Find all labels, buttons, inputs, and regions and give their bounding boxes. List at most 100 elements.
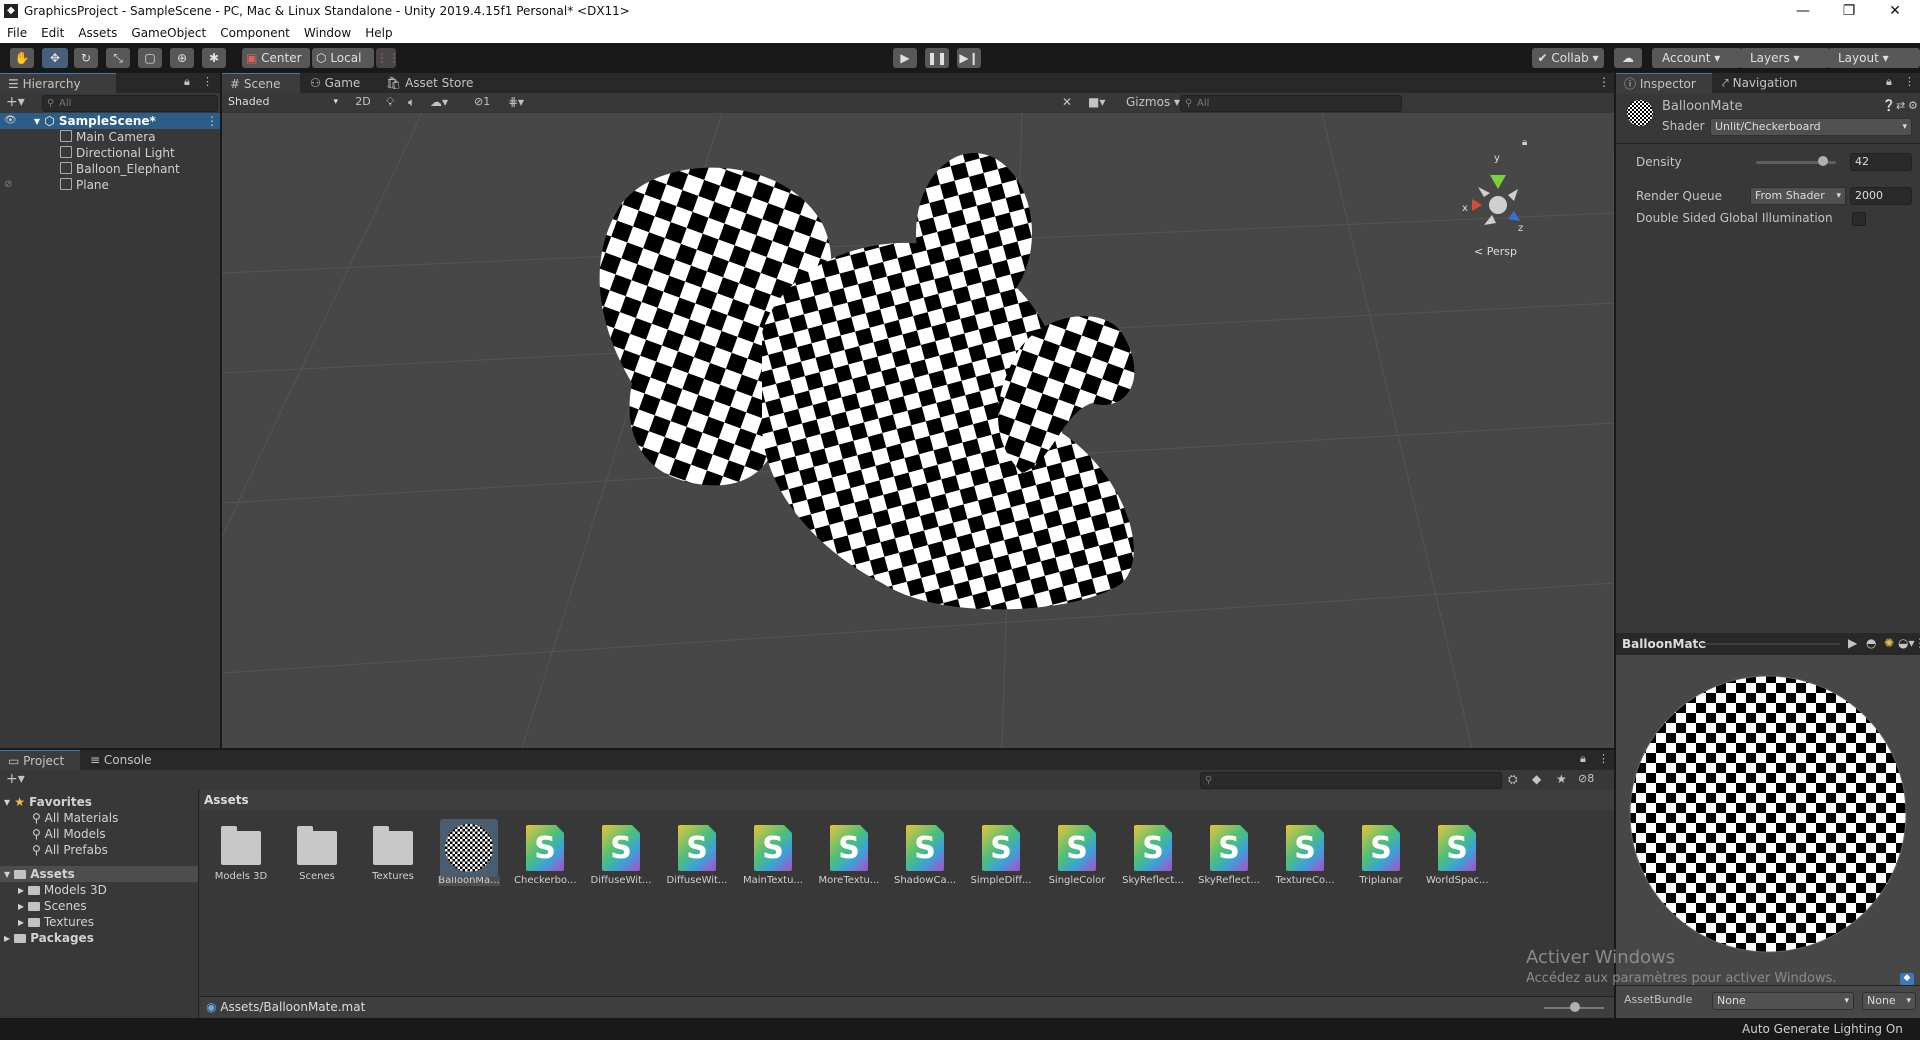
tools-icon[interactable]: ✕	[1062, 95, 1072, 109]
menu-help[interactable]: Help	[358, 24, 399, 43]
cloud-icon[interactable]: ☁	[1614, 48, 1642, 68]
tree-assets[interactable]: ▾ Assets	[4, 866, 75, 882]
visibility-eye-icon[interactable]: 👁︎	[4, 113, 17, 129]
scene-root[interactable]: ▾ ⬡ SampleScene*	[34, 113, 156, 129]
grid-toggle-icon[interactable]: ⋕▾	[508, 95, 524, 109]
tree-scenes[interactable]: ▸ Scenes	[18, 898, 87, 914]
tab-hierarchy[interactable]: ☰ Hierarchy	[0, 73, 116, 94]
tab-asset-store[interactable]: 🛍︎ Asset Store	[378, 73, 482, 93]
zoom-slider-thumb[interactable]	[1570, 1002, 1580, 1012]
scene-visibility-toggle[interactable]: ⊘1	[474, 95, 490, 108]
hand-tool-icon[interactable]: ✋	[10, 48, 34, 68]
kebab-menu-icon[interactable]: ⋮	[1904, 75, 1915, 88]
lock-icon[interactable]: 🔒︎	[184, 75, 190, 89]
asset-item[interactable]: S DiffuseWit...	[666, 825, 728, 886]
asset-item[interactable]: Models 3D	[210, 825, 272, 882]
assetbundle-dropdown[interactable]: None	[1712, 992, 1854, 1010]
scene-kebab-icon[interactable]: ⋮	[206, 113, 218, 129]
asset-item[interactable]: S DiffuseWit...	[590, 825, 652, 886]
menu-assets[interactable]: Assets	[71, 24, 124, 43]
asset-item[interactable]: Textures	[362, 825, 424, 882]
asset-item[interactable]: BalloonMa...	[438, 819, 500, 886]
help-icon[interactable]: ❔	[1882, 99, 1896, 112]
preview-mesh-dropdown-icon[interactable]: ◒▾	[1898, 636, 1915, 650]
menu-gameobject[interactable]: GameObject	[124, 24, 213, 43]
tab-game[interactable]: ⚇ Game	[302, 73, 374, 93]
hierarchy-item-directional-light[interactable]: Directional Light	[60, 145, 175, 161]
search-by-type-icon[interactable]: ⛭	[1508, 772, 1518, 787]
pause-button[interactable]: ❚❚	[925, 48, 949, 68]
asset-item[interactable]: S ShadowCa...	[894, 825, 956, 886]
tab-project[interactable]: ▭ Project	[0, 750, 80, 771]
play-button[interactable]: ▶	[893, 48, 917, 68]
custom-tool-icon[interactable]: ✱	[202, 48, 226, 68]
asset-item[interactable]: S SimpleDiff...	[970, 825, 1032, 886]
tab-navigation[interactable]: ⤤ Navigation	[1714, 73, 1826, 93]
asset-item[interactable]: S SkyReflect...	[1198, 825, 1260, 886]
hidden-eye-icon[interactable]: ⊘	[4, 177, 12, 193]
pivot-center-button[interactable]: ▣ Center	[242, 48, 310, 68]
move-tool-icon[interactable]: ✥	[42, 48, 68, 68]
rect-tool-icon[interactable]: ▢	[138, 48, 162, 68]
density-slider-thumb[interactable]	[1818, 156, 1829, 166]
gizmos-dropdown[interactable]: Gizmos ▾	[1126, 95, 1180, 109]
account-dropdown[interactable]: Account ▾	[1652, 48, 1742, 68]
scale-tool-icon[interactable]: ⤡	[106, 48, 130, 68]
asset-item[interactable]: S WorldSpac...	[1426, 825, 1488, 886]
hierarchy-search-input[interactable]: ⚲ All	[42, 95, 218, 112]
project-search-input[interactable]: ⚲	[1200, 772, 1502, 789]
scene-kebab-icon[interactable]: ⋮	[1598, 75, 1610, 89]
create-plus-icon[interactable]: +▾	[6, 94, 25, 110]
collab-button[interactable]: ✔ Collab ▾	[1532, 48, 1604, 68]
tree-packages[interactable]: ▸ Packages	[4, 930, 94, 946]
material-preview-sphere[interactable]	[1626, 673, 1910, 955]
minimize-icon[interactable]: —	[1780, 0, 1826, 24]
grid-snap-icon[interactable]: ⋮⋮	[376, 48, 400, 68]
lock-icon[interactable]: 🔒︎	[1886, 75, 1892, 89]
asset-item[interactable]: S MoreTextu...	[818, 825, 880, 886]
layout-dropdown[interactable]: Layout ▾	[1828, 48, 1920, 68]
asset-item[interactable]: S MainTextu...	[742, 825, 804, 886]
audio-toggle-icon[interactable]: 🔈︎	[408, 95, 415, 110]
preset-icon[interactable]: ⇄	[1896, 99, 1905, 112]
tree-all-models[interactable]: ⚲ All Models	[32, 826, 106, 842]
asset-item[interactable]: S SkyReflect...	[1122, 825, 1184, 886]
tree-all-materials[interactable]: ⚲ All Materials	[32, 810, 118, 826]
menu-file[interactable]: File	[0, 24, 34, 43]
render-queue-field[interactable]: 2000	[1850, 187, 1912, 205]
preview-play-icon[interactable]: ▶	[1848, 636, 1857, 650]
double-sided-gi-checkbox[interactable]	[1852, 212, 1866, 226]
tab-console[interactable]: ≡ Console	[82, 750, 168, 770]
preview-light-icon[interactable]: ✺	[1884, 636, 1894, 650]
toggle-2d-button[interactable]: 2D	[352, 95, 374, 108]
kebab-menu-icon[interactable]: ⋮	[1598, 752, 1609, 765]
menu-component[interactable]: Component	[213, 24, 297, 43]
breadcrumb-assets[interactable]: Assets	[204, 793, 249, 807]
asset-item[interactable]: S SingleColor	[1046, 825, 1108, 886]
tree-favorites[interactable]: ▾ ★ Favorites	[4, 794, 92, 810]
asset-item[interactable]: S Triplanar	[1350, 825, 1412, 886]
persp-label[interactable]: < Persp	[1474, 245, 1517, 258]
menu-edit[interactable]: Edit	[34, 24, 71, 43]
asset-label-tag-icon[interactable]: ◆	[1900, 973, 1914, 985]
rotate-tool-icon[interactable]: ↻	[74, 48, 98, 68]
assetbundle-variant-dropdown[interactable]: None	[1862, 992, 1916, 1010]
asset-item[interactable]: Scenes	[286, 825, 348, 882]
step-button[interactable]: ▶❙	[957, 48, 981, 68]
render-queue-dropdown[interactable]: From Shader	[1750, 187, 1846, 205]
layers-dropdown[interactable]: Layers ▾	[1740, 48, 1830, 68]
restore-icon[interactable]: ❐	[1826, 0, 1872, 24]
scene-search-input[interactable]: ⚲ All	[1180, 95, 1402, 112]
tree-textures[interactable]: ▸ Textures	[18, 914, 94, 930]
hierarchy-item-balloon-elephant[interactable]: Balloon_Elephant	[60, 161, 180, 177]
create-plus-icon[interactable]: +▾	[6, 771, 25, 787]
favorite-star-icon[interactable]: ★	[1556, 772, 1567, 786]
asset-item[interactable]: S Checkerbo...	[514, 825, 576, 886]
asset-item[interactable]: S TextureCo...	[1274, 825, 1336, 886]
tab-inspector[interactable]: ⓘ Inspector	[1616, 73, 1712, 94]
tree-all-prefabs[interactable]: ⚲ All Prefabs	[32, 842, 108, 858]
hierarchy-item-plane[interactable]: Plane	[60, 177, 109, 193]
pivot-local-button[interactable]: ⬡ Local	[312, 48, 374, 68]
density-field[interactable]: 42	[1850, 153, 1912, 171]
gizmo-lock-icon[interactable]: 🔒︎	[1522, 137, 1527, 148]
